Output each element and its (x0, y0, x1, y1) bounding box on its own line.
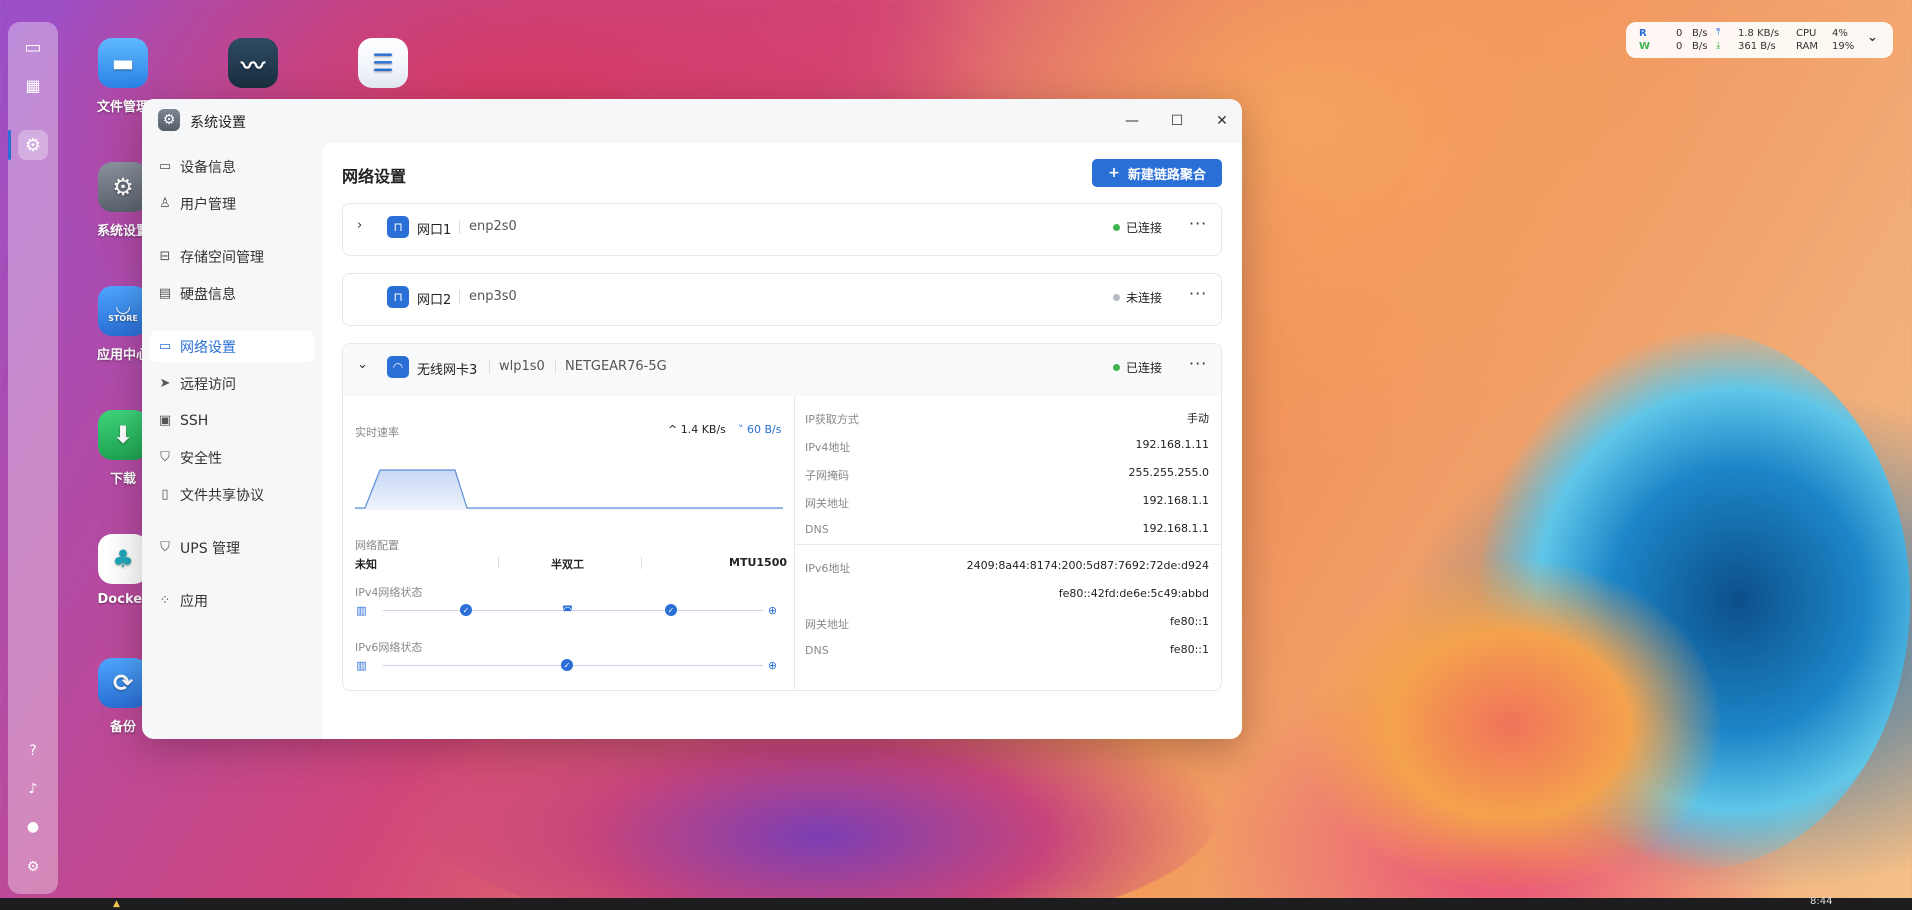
ups-icon: ⛉ (160, 540, 170, 555)
app-grid-icon[interactable]: ▦ (18, 70, 48, 100)
device-icon: ▥ (356, 604, 367, 617)
sidebar-item-file-share[interactable]: ▯ 文件共享协议 (150, 479, 314, 510)
globe-icon: ⊕ (767, 604, 778, 617)
desktop-icon-monitor[interactable]: 〰 (203, 38, 303, 96)
sidebar-item-users[interactable]: ♙ 用户管理 (150, 188, 314, 219)
status-dot (1113, 294, 1120, 301)
system-monitor-widget[interactable]: R W 0 0 B/s B/s ⤒ ⤓ 1.8 KB/s 361 B/s CPU… (1626, 22, 1893, 58)
sync-icon: ⟳ (98, 658, 148, 708)
taskbar: ▲ 8:44 (0, 896, 1912, 910)
main-panel: 网络设置 + 新建链路聚合 › ⊓ 网口1 enp2s0 已连接 ··· ⊓ 网口… (322, 143, 1242, 739)
new-link-aggregation-button[interactable]: + 新建链路聚合 (1092, 159, 1222, 187)
sidebar: ▭ 设备信息 ♙ 用户管理 ⊟ 存储空间管理 ▤ 硬盘信息 ▭ 网络设置 ➤ 远程访问 ▣ S… (142, 143, 322, 739)
ssh-icon: ▣ (158, 413, 172, 428)
download-arrow-icon: ⤓ (1716, 40, 1721, 51)
store-icon: ◡ STORE (98, 286, 148, 336)
status-badge: 已连接 (1113, 219, 1162, 236)
close-button[interactable]: ✕ (1209, 109, 1235, 133)
monitor-icon[interactable]: ▭ (18, 32, 48, 62)
ethernet-icon: ⊓ (387, 216, 409, 238)
desktop-icon-storage[interactable]: ☰ (333, 38, 433, 96)
sidebar-item-security[interactable]: ⛉ 安全性 (150, 442, 314, 473)
port-card-1[interactable]: › ⊓ 网口1 enp2s0 已连接 ··· (342, 203, 1222, 256)
network-icon: ▭ (158, 339, 172, 354)
more-icon[interactable]: ··· (1189, 284, 1207, 303)
download-speed: ˅ 60 B/s (738, 423, 782, 436)
shield-icon: ⛉ (160, 450, 170, 465)
collapse-chevron-icon[interactable]: ⌄ (1867, 30, 1878, 45)
settings-window: ⚙ 系统设置 — ☐ ✕ ▭ 设备信息 ♙ 用户管理 ⊟ 存储空间管理 ▤ 硬盘信息 ▭… (142, 99, 1242, 739)
activity-monitor-icon: 〰 (228, 38, 278, 88)
page-title: 网络设置 (342, 167, 407, 186)
globe-icon: ⊕ (767, 659, 778, 672)
download-icon: ⬇ (98, 410, 148, 460)
ipv4-status-check-2: ✓ (665, 604, 677, 616)
bell-icon[interactable]: ♪ (18, 774, 48, 804)
window-title: 系统设置 (190, 115, 246, 131)
sidebar-item-disk[interactable]: ▤ 硬盘信息 (150, 278, 314, 309)
wifi-icon: ◠ (387, 356, 409, 378)
user-icon[interactable]: ● (18, 812, 48, 842)
disk-icon: ▤ (158, 286, 172, 301)
device-icon: ▥ (356, 659, 367, 672)
file-share-icon: ▯ (161, 487, 169, 502)
help-icon[interactable]: ? (18, 736, 48, 766)
taskbar-app-icon[interactable]: ▲ (113, 899, 120, 909)
status-badge: 已连接 (1113, 359, 1162, 376)
more-icon[interactable]: ··· (1189, 214, 1207, 233)
settings-app-icon: ⚙ (158, 109, 180, 131)
port-card-2[interactable]: ⊓ 网口2 enp3s0 未连接 ··· (342, 273, 1222, 326)
maximize-button[interactable]: ☐ (1164, 109, 1190, 133)
device-icon: ▭ (158, 159, 172, 174)
ipv6-status-check: ✓ (561, 659, 573, 671)
minimize-button[interactable]: — (1119, 109, 1145, 133)
chevron-right-icon[interactable]: › (357, 218, 362, 233)
wifi-card: ⌄ ◠ 无线网卡3 wlp1s0 NETGEAR76-5G 已连接 ··· 实时… (342, 343, 1222, 691)
taskbar-clock: 8:44 (1810, 896, 1833, 907)
status-dot (1113, 224, 1120, 231)
speed-graph-area (355, 470, 783, 510)
chevron-down-icon[interactable]: ⌄ (357, 357, 368, 372)
storage-icon: ⊟ (159, 249, 171, 264)
sidebar-item-ups[interactable]: ⛉ UPS 管理 (150, 532, 314, 563)
ipv4-status-check-1: ✓ (460, 604, 472, 616)
ethernet-icon: ⊓ (387, 286, 409, 308)
ip-details: IP获取方式 手动 IPv4地址 192.168.1.11 子网掩码 255.2… (795, 396, 1221, 691)
sidebar-item-device-info[interactable]: ▭ 设备信息 (150, 151, 314, 182)
upload-arrow-icon: ⤒ (1716, 27, 1721, 38)
sidebar-item-ssh[interactable]: ▣ SSH (150, 405, 314, 436)
user-icon: ♙ (159, 196, 171, 211)
sidebar-item-network[interactable]: ▭ 网络设置 (150, 331, 314, 362)
folder-icon: ▬ (98, 38, 148, 88)
router-icon: ◚ (562, 604, 573, 617)
gear-icon: ⚙ (98, 162, 148, 212)
window-titlebar[interactable]: ⚙ 系统设置 — ☐ ✕ (142, 99, 1242, 143)
sidebar-item-remote[interactable]: ➤ 远程访问 (150, 368, 314, 399)
apps-icon: ⁘ (159, 593, 171, 608)
left-dock: ▭ ▦ ⚙ ? ♪ ● ⚙ (8, 22, 58, 894)
settings-gear-icon[interactable]: ⚙ (18, 130, 48, 160)
status-badge: 未连接 (1113, 289, 1162, 306)
upload-speed: ^ 1.4 KB/s (668, 423, 726, 436)
dock-active-indicator (8, 130, 11, 160)
plus-icon: + (1108, 165, 1120, 181)
more-icon[interactable]: ··· (1189, 354, 1207, 373)
speed-graph (355, 469, 783, 510)
sidebar-item-apps[interactable]: ⁘ 应用 (150, 585, 314, 616)
sidebar-item-storage[interactable]: ⊟ 存储空间管理 (150, 241, 314, 272)
server-icon: ☰ (358, 38, 408, 88)
docker-icon: ♣ (98, 534, 148, 584)
remote-icon: ➤ (159, 376, 171, 391)
power-icon[interactable]: ⚙ (18, 852, 48, 882)
status-dot (1113, 364, 1120, 371)
